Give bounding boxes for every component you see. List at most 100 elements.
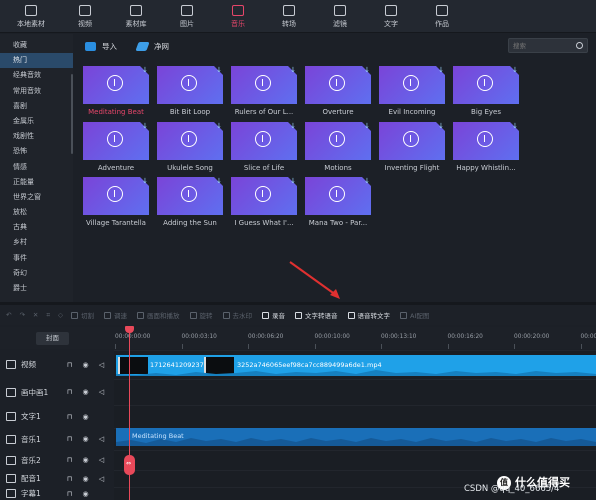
sidebar-category[interactable]: 金属乐 (0, 114, 73, 129)
search-input[interactable] (509, 39, 569, 52)
edit-action-8[interactable]: AI配图 (400, 310, 429, 320)
music-card[interactable]: ↓ Meditating Beat (83, 66, 149, 120)
sidebar-category[interactable]: 正能量 (0, 175, 73, 190)
music-card[interactable]: ↓ Bit Bit Loop (157, 66, 223, 120)
eye-icon[interactable]: ◉ (81, 413, 90, 421)
sidebar-category[interactable]: 古典 (0, 220, 73, 235)
toolbar-tab-4[interactable]: 音乐 (214, 0, 262, 33)
toolbar-tab-7[interactable]: 文字 (367, 0, 415, 33)
sidebar-category[interactable]: 经典音效 (0, 68, 73, 83)
clear-button[interactable]: 净网 (135, 41, 169, 52)
music-card[interactable]: ↓ I Guess What I'... (231, 177, 297, 231)
sidebar-scrollbar[interactable] (71, 74, 73, 154)
sidebar-category[interactable]: 爵士 (0, 281, 73, 296)
download-icon[interactable]: ↓ (512, 66, 518, 74)
redo-icon[interactable]: ↷ (19, 311, 24, 319)
sidebar-category[interactable]: 事件 (0, 251, 73, 266)
download-icon[interactable]: ↓ (290, 122, 296, 130)
toolbar-tab-5[interactable]: 转场 (265, 0, 313, 33)
lock-icon[interactable]: ⊓ (65, 456, 74, 464)
sidebar-category[interactable]: 恐怖 (0, 144, 73, 159)
toolbar-tab-2[interactable]: 素材库 (112, 0, 160, 33)
download-icon[interactable]: ↓ (512, 122, 518, 130)
lock-icon[interactable]: ⊓ (65, 388, 74, 396)
search-icon[interactable] (576, 42, 583, 49)
audio-clip[interactable]: Meditating Beat (116, 428, 596, 446)
edit-action-1[interactable]: 调速 (104, 310, 127, 320)
music-card[interactable]: ↓ Overture (305, 66, 371, 120)
download-icon[interactable]: ↓ (216, 177, 222, 185)
download-icon[interactable]: ↓ (290, 66, 296, 74)
sidebar-category[interactable]: 奇幻 (0, 266, 73, 281)
timeline-ruler[interactable]: 00:00:00:00 00:00:03:10 00:00:06:20 00:00:1… (115, 328, 596, 350)
speaker-icon[interactable]: ◁ (97, 456, 106, 464)
music-card[interactable]: ↓ Mana Two - Par... (305, 177, 371, 231)
music-card[interactable]: ↓ Happy Whistlin... (453, 121, 519, 176)
download-icon[interactable]: ↓ (438, 122, 444, 130)
cover-button[interactable]: 封面 (36, 332, 69, 345)
import-button[interactable]: 导入 (85, 41, 117, 52)
delete-icon[interactable]: ✕ (33, 311, 38, 319)
music-card[interactable]: ↓ Big Eyes (453, 66, 519, 120)
download-icon[interactable]: ↓ (216, 66, 222, 74)
music-card[interactable]: ↓ Evil Incoming (379, 66, 445, 120)
music-card[interactable]: ↓ Rulers of Our L... (231, 66, 297, 120)
music-card[interactable]: ↓ Inventing Flight (379, 121, 445, 176)
toolbar-tab-3[interactable]: 图片 (163, 0, 211, 33)
sidebar-category[interactable]: 戏剧性 (0, 129, 73, 144)
download-icon[interactable]: ↓ (438, 66, 444, 74)
sidebar-category[interactable]: 放松 (0, 205, 73, 220)
eye-icon[interactable]: ◉ (81, 388, 90, 396)
edit-action-2[interactable]: 画面和播放 (137, 310, 180, 320)
download-icon[interactable]: ↓ (364, 66, 370, 74)
toolbar-tab-0[interactable]: 本地素材 (4, 0, 58, 33)
eye-icon[interactable]: ◉ (81, 475, 90, 483)
download-icon[interactable]: ↓ (364, 122, 370, 130)
playhead-marker[interactable] (125, 326, 134, 333)
sidebar-category[interactable]: 收藏 (0, 38, 73, 53)
download-icon[interactable]: ↓ (142, 66, 148, 74)
speaker-icon[interactable]: ◁ (97, 388, 106, 396)
track-lane[interactable] (114, 450, 596, 470)
edit-action-0[interactable]: 切割 (71, 310, 94, 320)
eye-icon[interactable]: ◉ (81, 456, 90, 464)
video-clip[interactable]: 1712641209237 3252a746065eef98ca7cc88949… (116, 355, 596, 376)
music-card[interactable]: ↓ Ukulele Song (157, 121, 223, 176)
playhead-drag-handle[interactable] (124, 455, 135, 475)
sidebar-category[interactable]: 世界之窗 (0, 190, 73, 205)
track-lane[interactable] (114, 405, 596, 428)
download-icon[interactable]: ↓ (142, 122, 148, 130)
sidebar-category[interactable]: 乡村 (0, 235, 73, 250)
edit-action-6[interactable]: 文字转语音 (295, 310, 338, 320)
lock-icon[interactable]: ⊓ (65, 490, 74, 498)
speaker-icon[interactable]: ◁ (97, 361, 106, 369)
sidebar-category[interactable]: 热门 (0, 53, 73, 69)
edit-action-5[interactable]: 录音 (262, 310, 285, 320)
toolbar-tab-8[interactable]: 作品 (418, 0, 466, 33)
effect-icon[interactable]: ◇ (58, 311, 63, 319)
sidebar-category[interactable]: 喜剧 (0, 99, 73, 114)
track-lane[interactable] (114, 379, 596, 405)
lock-icon[interactable]: ⊓ (65, 475, 74, 483)
crop-icon[interactable]: ⌗ (46, 311, 50, 320)
sidebar-category[interactable]: 情感 (0, 160, 73, 175)
edit-action-4[interactable]: 去水印 (222, 310, 252, 320)
undo-icon[interactable]: ↶ (6, 311, 11, 319)
lock-icon[interactable]: ⊓ (65, 361, 74, 369)
lock-icon[interactable]: ⊓ (65, 413, 74, 421)
toolbar-tab-6[interactable]: 滤镜 (316, 0, 364, 33)
speaker-icon[interactable]: ◁ (97, 475, 106, 483)
sidebar-category[interactable]: 常用音效 (0, 84, 73, 99)
music-card[interactable]: ↓ Adding the Sun (157, 177, 223, 231)
speaker-icon[interactable]: ◁ (97, 435, 106, 443)
eye-icon[interactable]: ◉ (81, 435, 90, 443)
music-card[interactable]: ↓ Adventure (83, 121, 149, 176)
download-icon[interactable]: ↓ (142, 177, 148, 185)
music-card[interactable]: ↓ Motions (305, 121, 371, 176)
edit-action-7[interactable]: 语音转文字 (347, 310, 390, 320)
edit-action-3[interactable]: 旋转 (189, 310, 213, 320)
music-card[interactable]: ↓ Slice of Life (231, 121, 297, 176)
music-card[interactable]: ↓ Village Tarantella (83, 177, 149, 231)
lock-icon[interactable]: ⊓ (65, 435, 74, 443)
eye-icon[interactable]: ◉ (81, 361, 90, 369)
